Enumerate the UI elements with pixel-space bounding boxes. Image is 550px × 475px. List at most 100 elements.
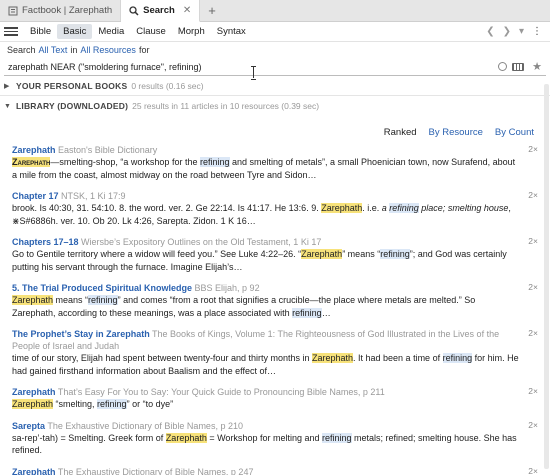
snippet-segment: refining	[292, 307, 322, 318]
snippet-segment: Zarephath	[165, 432, 207, 443]
result-snippet: time of our story, Elijah had spent betw…	[12, 352, 520, 377]
search-toolbar: Bible Basic Media Clause Morph Syntax ❮ …	[0, 22, 550, 42]
snippet-segment: Zarephath	[301, 249, 343, 259]
result-snippet: Zarephath means “refining” and comes “fr…	[12, 294, 520, 319]
subtab-clause[interactable]: Clause	[130, 24, 172, 39]
result-snippet: Zarephath—smelting-shop, “a workshop for…	[12, 156, 520, 181]
result-item[interactable]: Zarephath Easton's Bible Dictionary 2× Zar…	[12, 144, 538, 181]
snippet-segment: time of our story, Elijah had spent betw…	[12, 353, 312, 363]
tab-label: Factbook | Zarephath	[22, 5, 113, 16]
forward-arrow-icon[interactable]: ❯	[499, 26, 515, 37]
scope-for: for	[138, 45, 150, 55]
result-title-link[interactable]: Chapter 17	[12, 191, 59, 201]
subtab-media[interactable]: Media	[92, 24, 130, 39]
sort-ranked[interactable]: Ranked	[384, 127, 417, 138]
snippet-segment: refining	[88, 295, 118, 305]
search-scope: Search All Text in All Resources for	[0, 42, 550, 58]
sort-by-count[interactable]: By Count	[495, 127, 534, 138]
result-title-link[interactable]: Sarepta	[12, 421, 45, 431]
result-count-badge: 2×	[528, 144, 538, 154]
subtab-basic[interactable]: Basic	[57, 24, 93, 39]
snippet-segment: Zarephath	[12, 399, 54, 409]
menu-icon[interactable]	[4, 27, 18, 36]
snippet-segment: brook. Is 40:30, 31. 54:10. 8. the word.…	[12, 203, 322, 213]
result-count-badge: 2×	[528, 236, 538, 246]
result-item[interactable]: Sarepta The Exhaustive Dictionary of Bib…	[12, 420, 538, 457]
search-box: ★	[4, 58, 546, 76]
sort-options: Ranked By Resource By Count	[0, 116, 550, 144]
result-snippet: brook. Is 40:30, 31. 54:10. 8. the word.…	[12, 202, 520, 227]
result-count-badge: 2×	[528, 386, 538, 396]
result-snippet: sa-rep’-tah) = Smelting. Greek form of Z…	[12, 432, 520, 457]
result-item[interactable]: The Prophet’s Stay in Zarephath The Book…	[12, 328, 538, 377]
snippet-segment: . i.e.	[362, 203, 382, 213]
result-source: BBS Elijah, p 92	[192, 283, 260, 293]
star-icon[interactable]: ★	[532, 60, 542, 73]
result-header: Zarephath The Exhaustive Dictionary of B…	[12, 466, 520, 475]
subtab-syntax[interactable]: Syntax	[211, 24, 252, 39]
results-list: Zarephath Easton's Bible Dictionary 2× Zar…	[0, 144, 550, 475]
close-icon[interactable]: ✕	[183, 5, 191, 16]
snippet-segment: refining	[380, 249, 410, 259]
result-source: That’s Easy For You to Say: Your Quick G…	[55, 387, 385, 397]
tab-bar: Factbook | Zarephath Search ✕ +	[0, 0, 550, 22]
scope-text-link[interactable]: All Text	[39, 45, 68, 55]
result-header: Chapter 17 NTSK, 1 Ki 17:9	[12, 190, 520, 202]
tab-factbook[interactable]: Factbook | Zarephath	[0, 0, 122, 21]
result-source: The Exhaustive Dictionary of Bible Names…	[55, 466, 254, 475]
smiley-icon[interactable]	[498, 62, 508, 71]
snippet-segment: —smelting-shop, “a workshop for the	[50, 157, 200, 167]
tab-label: Search	[143, 5, 175, 16]
snippet-segment: refining	[442, 353, 473, 363]
snippet-segment: Go to Gentile territory where a widow wi…	[12, 249, 302, 259]
scope-prefix: Search	[7, 45, 36, 55]
result-item[interactable]: 5. The Trial Produced Spiritual Knowledg…	[12, 282, 538, 319]
result-title-link[interactable]: Zarephath	[12, 467, 56, 475]
snippet-segment: Zarephath	[311, 353, 354, 363]
snippet-segment: . It had been a time of	[353, 353, 443, 363]
subtab-morph[interactable]: Morph	[172, 24, 211, 39]
text-cursor	[251, 66, 256, 80]
new-tab-button[interactable]: +	[200, 0, 224, 21]
section-library[interactable]: ▼ LIBRARY (DOWNLOADED) 25 results in 11 …	[0, 96, 550, 116]
result-header: Zarephath Easton's Bible Dictionary	[12, 144, 520, 156]
keyboard-icon[interactable]	[512, 62, 525, 71]
result-item[interactable]: Chapter 17 NTSK, 1 Ki 17:9 2× brook. Is 40…	[12, 190, 538, 227]
result-header: The Prophet’s Stay in Zarephath The Book…	[12, 328, 520, 352]
section-personal-books[interactable]: ▶ YOUR PERSONAL BOOKS 0 results (0.16 se…	[0, 76, 550, 96]
subtab-bible[interactable]: Bible	[24, 24, 57, 39]
sort-by-resource[interactable]: By Resource	[429, 127, 483, 138]
result-count-badge: 2×	[528, 465, 538, 475]
result-source: The Exhaustive Dictionary of Bible Names…	[45, 420, 243, 431]
scope-resources-link[interactable]: All Resources	[80, 45, 136, 55]
history-dropdown-icon[interactable]: ▾	[515, 26, 528, 37]
snippet-segment: refining	[97, 399, 127, 409]
result-count-badge: 2×	[528, 328, 538, 338]
result-count-badge: 2×	[528, 282, 538, 292]
result-item[interactable]: Zarephath The Exhaustive Dictionary of B…	[12, 466, 538, 475]
factbook-icon	[8, 6, 18, 15]
result-header: Chapters 17–18 Wiersbe’s Expository Outl…	[12, 236, 520, 248]
more-icon[interactable]: ⋮	[528, 26, 546, 37]
search-icon	[129, 5, 139, 16]
snippet-segment: refining	[199, 157, 230, 167]
result-title-link[interactable]: Chapters 17–18	[12, 237, 79, 247]
result-title-link[interactable]: Zarephath	[12, 145, 56, 155]
result-source: NTSK, 1 Ki 17:9	[58, 191, 126, 201]
scrollbar[interactable]	[544, 84, 549, 469]
result-count-badge: 2×	[528, 190, 538, 200]
section-meta: 0 results (0.16 sec)	[131, 80, 204, 91]
snippet-segment: …	[321, 307, 331, 318]
back-arrow-icon[interactable]: ❮	[482, 26, 498, 37]
result-title-link[interactable]: The Prophet’s Stay in Zarephath	[12, 329, 150, 339]
section-title: LIBRARY (DOWNLOADED)	[16, 101, 129, 111]
result-item[interactable]: Chapters 17–18 Wiersbe’s Expository Outl…	[12, 236, 538, 273]
result-title-link[interactable]: Zarephath	[12, 387, 56, 397]
result-item[interactable]: Zarephath That’s Easy For You to Say: Yo…	[12, 386, 538, 411]
snippet-segment: refining	[322, 432, 352, 443]
snippet-segment: sa-rep’-tah) = Smelting. Greek form of	[12, 432, 166, 443]
tab-search[interactable]: Search ✕	[121, 0, 201, 22]
result-source: Wiersbe’s Expository Outlines on the Old…	[78, 237, 322, 247]
result-header: 5. The Trial Produced Spiritual Knowledg…	[12, 282, 520, 294]
result-title-link[interactable]: 5. The Trial Produced Spiritual Knowledg…	[12, 283, 192, 293]
